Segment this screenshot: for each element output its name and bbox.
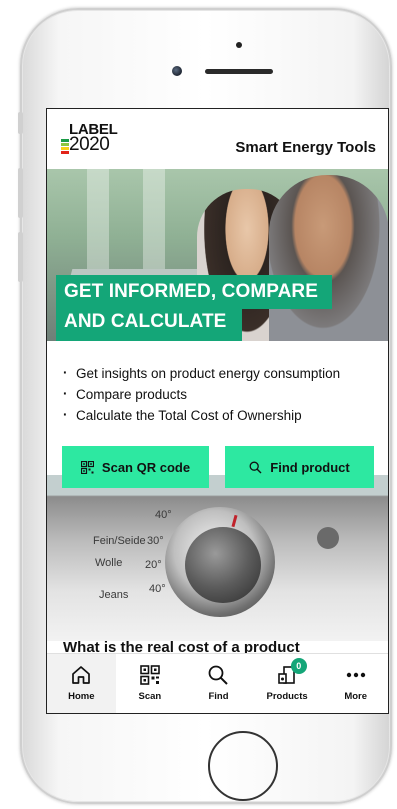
app-screen: LABEL 2020 Smart Energy Tools GET INFORM… xyxy=(46,108,389,714)
bottom-navigation: Home Scan Find 0 Products More xyxy=(47,653,388,713)
more-icon xyxy=(346,672,365,678)
products-count-badge: 0 xyxy=(290,658,307,674)
dial-label: Jeans xyxy=(99,589,129,601)
qr-code-icon xyxy=(80,460,94,474)
dial-label: 20° xyxy=(145,559,162,571)
hero-person-man xyxy=(269,175,388,341)
machine-button xyxy=(317,527,339,549)
search-icon xyxy=(249,461,262,473)
scan-qr-label: Scan QR code xyxy=(101,459,191,475)
nav-label-find: Find xyxy=(208,691,229,702)
nav-item-find[interactable]: Find xyxy=(184,654,253,713)
nav-label-home: Home xyxy=(68,691,95,702)
volume-down-button xyxy=(18,232,23,282)
nav-item-more[interactable]: More xyxy=(321,654,388,713)
mute-switch xyxy=(18,112,23,134)
dial-knob xyxy=(185,527,261,603)
dial-label: Wolle xyxy=(95,557,123,569)
energy-label-icon xyxy=(61,139,69,155)
label2020-logo: LABEL 2020 xyxy=(61,121,131,159)
hero-banner: GET INFORMED, COMPARE AND CALCULATE xyxy=(47,169,388,341)
dial-label: 40° xyxy=(149,583,166,595)
washing-machine-dial-image: 40° Fein/Seide 30° Wolle 20° 40° Jeans xyxy=(47,475,388,641)
find-product-button[interactable]: Find product xyxy=(225,446,374,488)
hero-headline-line2: AND CALCULATE xyxy=(56,307,242,341)
hero-headline-line1: GET INFORMED, COMPARE xyxy=(56,275,332,309)
nav-item-products[interactable]: 0 Products xyxy=(253,654,322,713)
nav-label-scan: Scan xyxy=(138,691,162,702)
feature-item: Get insights on product energy consumpti… xyxy=(63,362,383,384)
home-icon xyxy=(72,666,91,684)
scan-qr-button[interactable]: Scan QR code xyxy=(62,446,209,488)
feature-item: Compare products xyxy=(63,383,383,405)
nav-item-home[interactable]: Home xyxy=(47,654,116,713)
home-hardware-button[interactable] xyxy=(208,731,278,801)
feature-list: Get insights on product energy consumpti… xyxy=(63,362,383,426)
feature-item: Calculate the Total Cost of Ownership xyxy=(63,404,383,426)
nav-label-products: Products xyxy=(266,691,308,702)
front-sensor xyxy=(236,42,242,48)
dial-label: Fein/Seide xyxy=(93,535,146,547)
search-icon xyxy=(209,665,229,685)
logo-text-year: 2020 xyxy=(69,134,110,155)
qr-icon xyxy=(140,665,160,685)
app-header: LABEL 2020 Smart Energy Tools xyxy=(47,109,388,169)
app-title: Smart Energy Tools xyxy=(235,139,376,156)
earpiece-speaker xyxy=(205,69,273,74)
nav-label-more: More xyxy=(344,691,368,702)
dial-label: 30° xyxy=(147,535,164,547)
volume-up-button xyxy=(18,168,23,218)
front-camera xyxy=(172,66,182,76)
nav-item-scan[interactable]: Scan xyxy=(116,654,185,713)
find-product-label: Find product xyxy=(270,459,350,475)
dial-label: 40° xyxy=(155,509,172,521)
